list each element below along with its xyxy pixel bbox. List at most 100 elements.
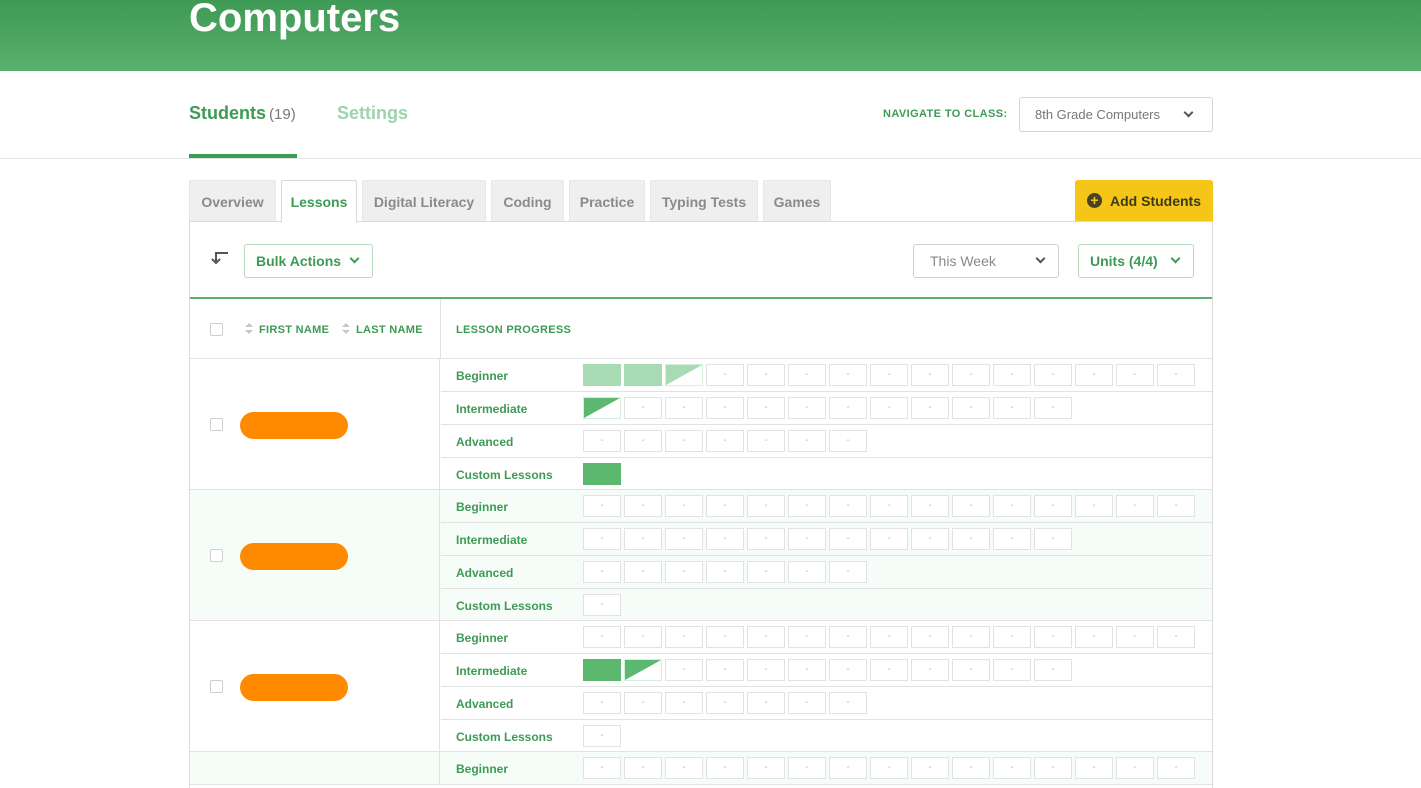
student-checkbox[interactable] [210,417,223,431]
lesson-cell-complete[interactable] [583,659,621,681]
lesson-cell-empty[interactable]: - [665,692,703,714]
lesson-cell-empty[interactable]: - [1075,364,1113,386]
lesson-cell-empty[interactable]: - [952,626,990,648]
lesson-cell-empty[interactable]: - [665,397,703,419]
lesson-cell-empty[interactable]: - [829,364,867,386]
lesson-cell-empty[interactable]: - [583,430,621,452]
lesson-cell-empty[interactable]: - [1157,495,1195,517]
lesson-cell-empty[interactable]: - [870,659,908,681]
lesson-cell-empty[interactable]: - [952,397,990,419]
last-name-header[interactable]: LAST NAME [356,324,423,336]
lesson-cell-empty[interactable]: - [747,397,785,419]
lesson-cell-empty[interactable]: - [706,528,744,550]
tab-lessons[interactable]: Lessons [281,180,357,223]
lesson-cell-empty[interactable]: - [747,495,785,517]
lesson-cell-empty[interactable]: - [665,757,703,779]
lesson-cell-empty[interactable]: - [665,430,703,452]
student-checkbox[interactable] [210,548,223,562]
student-checkbox[interactable] [210,679,223,693]
lesson-cell-empty[interactable]: - [747,430,785,452]
lesson-cell-empty[interactable]: - [624,430,662,452]
lesson-cell-empty[interactable]: - [911,397,949,419]
lesson-cell-empty[interactable]: - [993,528,1031,550]
lesson-cell-empty[interactable]: - [870,757,908,779]
tab-typing-tests[interactable]: Typing Tests [650,180,758,222]
lesson-cell-empty[interactable]: - [1157,364,1195,386]
lesson-cell-empty[interactable]: - [788,757,826,779]
sort-icon[interactable] [245,323,253,335]
lesson-cell-empty[interactable]: - [911,626,949,648]
lesson-cell-empty[interactable]: - [624,561,662,583]
lesson-cell-empty[interactable]: - [911,495,949,517]
lesson-cell-partial[interactable] [624,659,662,681]
lesson-cell-empty[interactable]: - [706,692,744,714]
lesson-cell-empty[interactable]: - [829,659,867,681]
redacted-student-name[interactable] [240,542,348,570]
lesson-cell-empty[interactable]: - [870,364,908,386]
lesson-cell-empty[interactable]: - [993,626,1031,648]
lesson-cell-empty[interactable]: - [788,692,826,714]
lesson-cell-empty[interactable]: - [624,528,662,550]
lesson-cell-empty[interactable]: - [788,430,826,452]
lesson-cell-empty[interactable]: - [747,561,785,583]
lesson-cell-empty[interactable]: - [1075,626,1113,648]
lesson-cell-empty[interactable]: - [788,626,826,648]
select-all-checkbox[interactable] [210,323,223,336]
lesson-cell-empty[interactable]: - [583,725,621,747]
lesson-cell-empty[interactable]: - [829,397,867,419]
lesson-cell-empty[interactable]: - [1157,626,1195,648]
tab-digital-literacy[interactable]: Digital Literacy [362,180,486,222]
redacted-student-name[interactable] [240,411,348,439]
lesson-cell-empty[interactable]: - [706,561,744,583]
lesson-cell-empty[interactable]: - [706,397,744,419]
lesson-cell-empty[interactable]: - [747,659,785,681]
lesson-cell-empty[interactable]: - [829,561,867,583]
lesson-cell-empty[interactable]: - [911,528,949,550]
lesson-cell-empty[interactable]: - [747,626,785,648]
lesson-cell-empty[interactable]: - [1034,659,1072,681]
lesson-cell-empty[interactable]: - [706,757,744,779]
lesson-cell-empty[interactable]: - [1034,397,1072,419]
lesson-cell-empty[interactable]: - [829,528,867,550]
lesson-cell-empty[interactable]: - [911,364,949,386]
first-name-header[interactable]: FIRST NAME [259,324,329,336]
lesson-cell-empty[interactable]: - [870,528,908,550]
lesson-cell-empty[interactable]: - [706,364,744,386]
lesson-cell-empty[interactable]: - [829,692,867,714]
lesson-cell-empty[interactable]: - [583,495,621,517]
lesson-cell-empty[interactable]: - [665,561,703,583]
lesson-cell-empty[interactable]: - [788,397,826,419]
lesson-cell-partial[interactable] [665,364,703,386]
lesson-cell-empty[interactable]: - [1034,757,1072,779]
units-dropdown[interactable]: Units (4/4) [1078,244,1194,278]
lesson-cell-empty[interactable]: - [624,397,662,419]
lesson-cell-empty[interactable]: - [829,626,867,648]
lesson-cell-empty[interactable]: - [952,364,990,386]
lesson-cell-empty[interactable]: - [1075,495,1113,517]
lesson-cell-empty[interactable]: - [829,495,867,517]
lesson-cell-empty[interactable]: - [706,495,744,517]
lesson-cell-empty[interactable]: - [747,528,785,550]
lesson-cell-empty[interactable]: - [1157,757,1195,779]
lesson-cell-empty[interactable]: - [952,495,990,517]
lesson-cell-empty[interactable]: - [1034,528,1072,550]
period-dropdown[interactable]: This Week [913,244,1059,278]
lesson-cell-empty[interactable]: - [788,659,826,681]
lesson-cell-empty[interactable]: - [993,757,1031,779]
lesson-cell-empty[interactable]: - [993,397,1031,419]
lesson-cell-empty[interactable]: - [870,495,908,517]
lesson-cell-empty[interactable]: - [583,561,621,583]
lesson-cell-empty[interactable]: - [624,692,662,714]
lesson-cell-complete[interactable] [583,364,621,386]
tab-students[interactable]: Students (19) [189,103,296,124]
lesson-cell-empty[interactable]: - [1034,364,1072,386]
lesson-cell-empty[interactable]: - [788,364,826,386]
lesson-cell-empty[interactable]: - [788,561,826,583]
lesson-cell-empty[interactable]: - [829,430,867,452]
lesson-cell-empty[interactable]: - [1116,757,1154,779]
lesson-cell-empty[interactable]: - [870,397,908,419]
lesson-cell-empty[interactable]: - [747,757,785,779]
lesson-cell-empty[interactable]: - [665,495,703,517]
lesson-cell-empty[interactable]: - [706,430,744,452]
lesson-cell-empty[interactable]: - [1116,626,1154,648]
